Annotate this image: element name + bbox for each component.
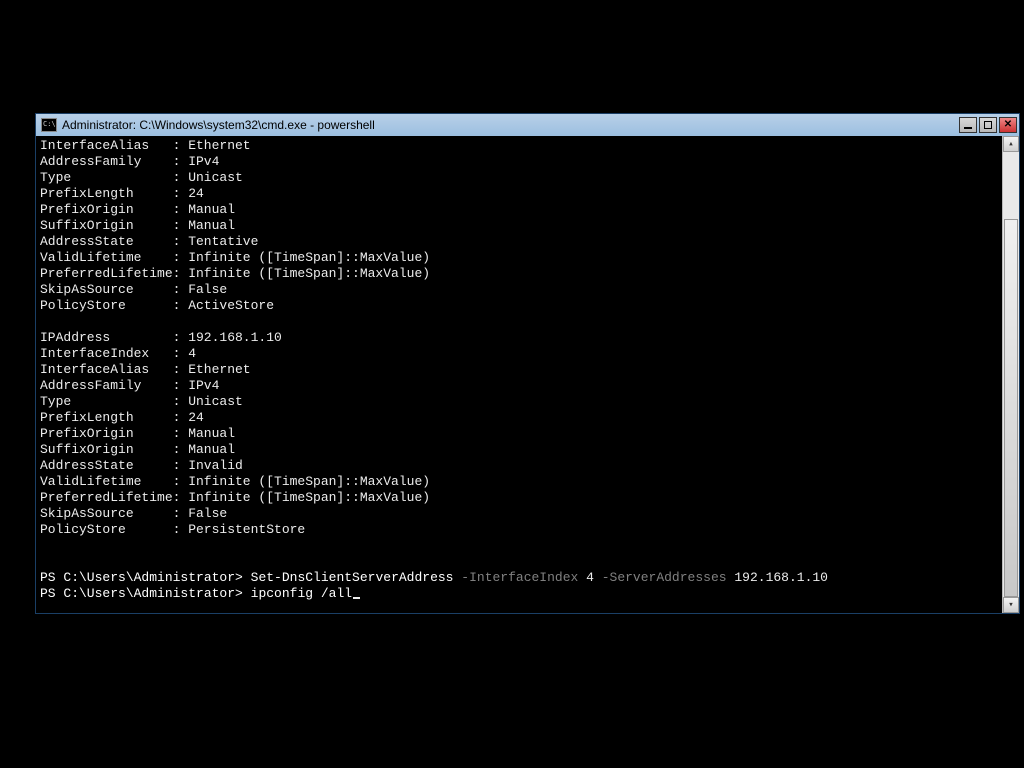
output-line: ValidLifetime: Infinite ([TimeSpan]::Max…	[40, 474, 1002, 490]
window-title: Administrator: C:\Windows\system32\cmd.e…	[62, 118, 959, 132]
maximize-button[interactable]	[979, 117, 997, 133]
output-line: PrefixLength: 24	[40, 186, 1002, 202]
prompt-line: PS C:\Users\Administrator> Set-DnsClient…	[40, 570, 1002, 586]
output-line: PolicyStore: PersistentStore	[40, 522, 1002, 538]
blank-line	[40, 314, 1002, 330]
output-line: ValidLifetime: Infinite ([TimeSpan]::Max…	[40, 250, 1002, 266]
output-line: Type: Unicast	[40, 170, 1002, 186]
scroll-down-button[interactable]: ▾	[1003, 597, 1019, 613]
output-line: AddressState: Tentative	[40, 234, 1002, 250]
output-line: AddressFamily: IPv4	[40, 154, 1002, 170]
output-line: PolicyStore: ActiveStore	[40, 298, 1002, 314]
output-line: AddressFamily: IPv4	[40, 378, 1002, 394]
text-cursor	[353, 597, 360, 599]
window-controls	[959, 117, 1017, 133]
output-line: InterfaceIndex: 4	[40, 346, 1002, 362]
output-line: SuffixOrigin: Manual	[40, 218, 1002, 234]
blank-line	[40, 538, 1002, 554]
output-line: PrefixOrigin: Manual	[40, 426, 1002, 442]
titlebar[interactable]: Administrator: C:\Windows\system32\cmd.e…	[36, 114, 1019, 136]
output-line: InterfaceAlias: Ethernet	[40, 362, 1002, 378]
blank-line	[40, 554, 1002, 570]
scroll-thumb[interactable]	[1004, 219, 1018, 597]
scroll-track[interactable]	[1003, 152, 1019, 597]
prompt-line-current[interactable]: PS C:\Users\Administrator> ipconfig /all	[40, 586, 1002, 602]
console-window: Administrator: C:\Windows\system32\cmd.e…	[35, 113, 1020, 614]
terminal-output[interactable]: InterfaceAlias: EthernetAddressFamily: I…	[36, 136, 1002, 613]
output-line: SuffixOrigin: Manual	[40, 442, 1002, 458]
vertical-scrollbar[interactable]: ▴ ▾	[1002, 136, 1019, 613]
output-line: PreferredLifetime: Infinite ([TimeSpan]:…	[40, 490, 1002, 506]
minimize-button[interactable]	[959, 117, 977, 133]
output-line: SkipAsSource: False	[40, 282, 1002, 298]
cmd-icon	[41, 118, 57, 132]
client-area: InterfaceAlias: EthernetAddressFamily: I…	[36, 136, 1019, 613]
output-line: Type: Unicast	[40, 394, 1002, 410]
output-line: AddressState: Invalid	[40, 458, 1002, 474]
output-line: PrefixOrigin: Manual	[40, 202, 1002, 218]
scroll-up-button[interactable]: ▴	[1003, 136, 1019, 152]
output-line: PrefixLength: 24	[40, 410, 1002, 426]
output-line: SkipAsSource: False	[40, 506, 1002, 522]
output-line: InterfaceAlias: Ethernet	[40, 138, 1002, 154]
output-line: PreferredLifetime: Infinite ([TimeSpan]:…	[40, 266, 1002, 282]
output-line: IPAddress: 192.168.1.10	[40, 330, 1002, 346]
close-button[interactable]	[999, 117, 1017, 133]
